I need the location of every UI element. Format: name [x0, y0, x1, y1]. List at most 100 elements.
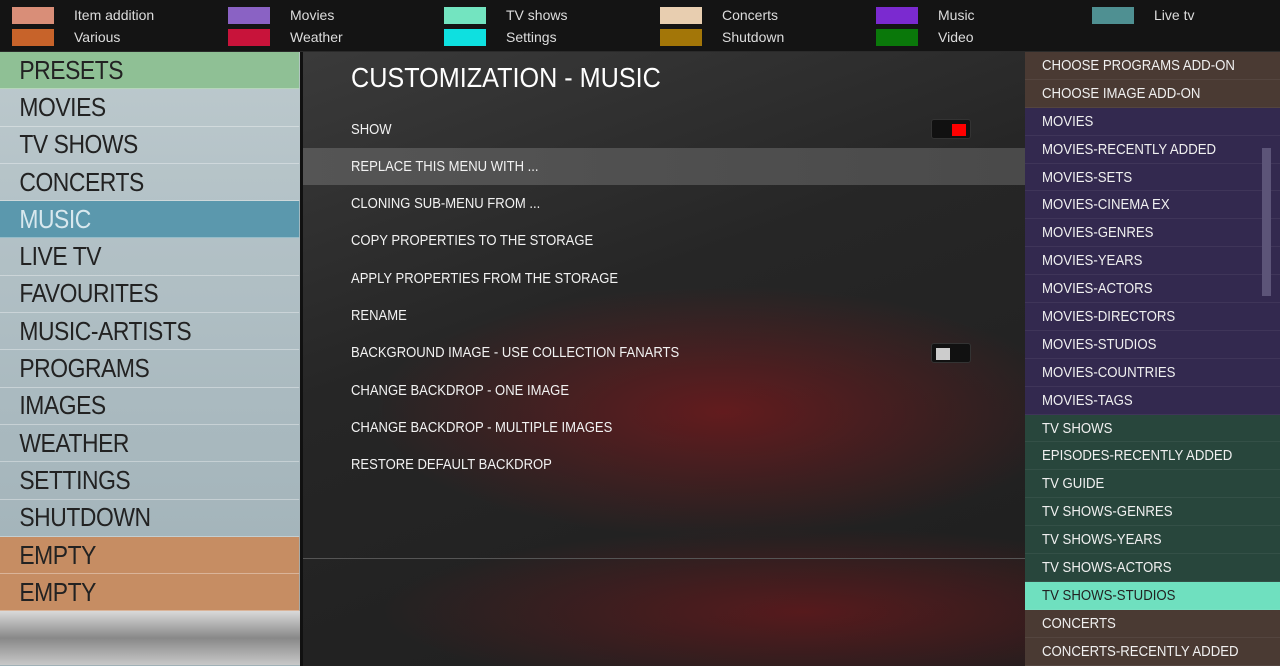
- menu-item-empty[interactable]: EMPTY: [0, 574, 300, 612]
- submenu-label: CHOOSE IMAGE ADD-ON: [1042, 84, 1201, 102]
- submenu-label: CONCERTS: [1042, 614, 1116, 632]
- submenu-item[interactable]: TV SHOWS-ACTORS: [1025, 554, 1280, 582]
- menu-item-music[interactable]: MUSIC: [0, 201, 300, 239]
- legend-label: Item addition: [74, 7, 155, 23]
- menu-item-live-tv[interactable]: LIVE TV: [0, 238, 300, 276]
- legend-swatch: [876, 6, 918, 24]
- legend-label: Music: [938, 7, 975, 23]
- submenu-item[interactable]: CONCERTS-RECENTLY ADDED: [1025, 637, 1280, 666]
- menu-item-concerts[interactable]: CONCERTS: [0, 164, 300, 202]
- legend-swatch: [12, 28, 54, 46]
- option-label: REPLACE THIS MENU WITH ...: [351, 158, 539, 175]
- submenu-item[interactable]: MOVIES-GENRES: [1025, 219, 1280, 248]
- submenu-item[interactable]: MOVIES-STUDIOS: [1025, 330, 1280, 359]
- legend-item: Various: [12, 27, 120, 47]
- fanarts-toggle[interactable]: [931, 342, 971, 363]
- submenu-item[interactable]: MOVIES-COUNTRIES: [1025, 358, 1280, 387]
- submenu-item[interactable]: CHOOSE IMAGE ADD-ON: [1025, 79, 1280, 108]
- submenu-item[interactable]: MOVIES-ACTORS: [1025, 275, 1280, 304]
- submenu-item[interactable]: MOVIES-SETS: [1025, 163, 1280, 192]
- legend-item: Shutdown: [660, 27, 784, 47]
- option-6[interactable]: BACKGROUND IMAGE - USE COLLECTION FANART…: [303, 335, 1025, 372]
- submenu-item[interactable]: TV SHOWS-STUDIOS: [1025, 581, 1280, 610]
- menu-item-shutdown[interactable]: SHUTDOWN: [0, 500, 300, 537]
- legend-swatch: [876, 28, 918, 46]
- legend-label: Video: [938, 29, 974, 45]
- option-9[interactable]: RESTORE DEFAULT BACKDROP: [303, 447, 1025, 484]
- menu-item-music-artists[interactable]: MUSIC-ARTISTS: [0, 313, 300, 351]
- option-2[interactable]: CLONING SUB-MENU FROM ...: [303, 186, 1025, 223]
- option-3[interactable]: COPY PROPERTIES TO THE STORAGE: [303, 223, 1025, 260]
- legend-swatch: [444, 28, 486, 46]
- submenu-label: MOVIES-ACTORS: [1042, 280, 1153, 298]
- submenu-label: MOVIES-TAGS: [1042, 391, 1133, 409]
- submenu-item[interactable]: MOVIES-YEARS: [1025, 247, 1280, 276]
- submenu-label: MOVIES-RECENTLY ADDED: [1042, 140, 1217, 158]
- option-label: CLONING SUB-MENU FROM ...: [351, 196, 541, 213]
- submenu-item[interactable]: CHOOSE PROGRAMS ADD-ON: [1025, 52, 1280, 80]
- legend-label: Settings: [506, 29, 557, 45]
- submenu-label: TV SHOWS-YEARS: [1042, 531, 1162, 549]
- submenu-item[interactable]: MOVIES-TAGS: [1025, 386, 1280, 415]
- menu-footer: [0, 611, 300, 666]
- legend-item: TV shows: [444, 5, 567, 25]
- submenu-item[interactable]: TV SHOWS-YEARS: [1025, 526, 1280, 555]
- menu-item-favourites[interactable]: FAVOURITES: [0, 276, 300, 314]
- customization-panel: CUSTOMIZATION - MUSIC SHOW REPLACE THIS M…: [300, 52, 1025, 666]
- legend-label: Weather: [290, 29, 343, 45]
- submenu-item[interactable]: EPISODES-RECENTLY ADDED: [1025, 442, 1280, 471]
- show-toggle[interactable]: [931, 119, 971, 139]
- submenu-label: MOVIES-DIRECTORS: [1042, 307, 1176, 325]
- submenu-item[interactable]: MOVIES-DIRECTORS: [1025, 303, 1280, 331]
- submenu-label: TV GUIDE: [1042, 475, 1105, 493]
- submenu-list: CHOOSE PROGRAMS ADD-ON CHOOSE IMAGE ADD-O…: [1025, 52, 1280, 666]
- legend-swatch: [660, 28, 702, 46]
- submenu-item[interactable]: CONCERTS: [1025, 609, 1280, 638]
- legend-label: Live tv: [1154, 7, 1195, 23]
- legend-label: TV shows: [506, 7, 568, 23]
- option-4[interactable]: APPLY PROPERTIES FROM THE STORAGE: [303, 260, 1025, 297]
- submenu-label: MOVIES-STUDIOS: [1042, 335, 1157, 353]
- option-7[interactable]: CHANGE BACKDROP - ONE IMAGE: [303, 372, 1025, 409]
- option-label: RENAME: [351, 308, 407, 324]
- menu-item-empty[interactable]: EMPTY: [0, 536, 300, 575]
- submenu-item[interactable]: MOVIES: [1025, 107, 1280, 136]
- legend-swatch: [444, 6, 486, 24]
- submenu-label: TV SHOWS-ACTORS: [1042, 558, 1172, 576]
- option-1[interactable]: REPLACE THIS MENU WITH ...: [303, 148, 1025, 186]
- submenu-label: CHOOSE PROGRAMS ADD-ON: [1042, 56, 1235, 74]
- option-0[interactable]: SHOW: [303, 111, 1025, 148]
- menu-item-tv-shows[interactable]: TV SHOWS: [0, 127, 300, 164]
- option-8[interactable]: CHANGE BACKDROP - MULTIPLE IMAGES: [303, 409, 1025, 446]
- legend-item: Music: [876, 5, 975, 25]
- option-label: APPLY PROPERTIES FROM THE STORAGE: [351, 270, 619, 287]
- submenu-item[interactable]: TV GUIDE: [1025, 470, 1280, 499]
- scrollbar[interactable]: [1262, 148, 1271, 296]
- option-label: CHANGE BACKDROP - ONE IMAGE: [351, 382, 570, 399]
- main-menu-list: PRESETS MOVIES TV SHOWS CONCERTS MUSIC LIVE T…: [0, 52, 300, 666]
- divider: [303, 558, 1025, 559]
- legend-swatch: [660, 6, 702, 24]
- option-label: CHANGE BACKDROP - MULTIPLE IMAGES: [351, 419, 613, 436]
- menu-item-settings[interactable]: SETTINGS: [0, 462, 300, 500]
- legend-swatch: [228, 6, 270, 24]
- submenu-item[interactable]: MOVIES-RECENTLY ADDED: [1025, 135, 1280, 164]
- submenu-item[interactable]: MOVIES-CINEMA EX: [1025, 191, 1280, 220]
- legend-swatch: [228, 28, 270, 46]
- menu-item-presets[interactable]: PRESETS: [0, 52, 300, 90]
- submenu-label: MOVIES-COUNTRIES: [1042, 363, 1176, 381]
- submenu-label: MOVIES-CINEMA EX: [1042, 196, 1170, 214]
- legend-item: Movies: [228, 5, 334, 25]
- legend-item: Settings: [444, 27, 557, 47]
- submenu-label: MOVIES-YEARS: [1042, 252, 1143, 270]
- option-5[interactable]: RENAME: [303, 298, 1025, 335]
- submenu-item[interactable]: TV SHOWS-GENRES: [1025, 498, 1280, 527]
- menu-item-images[interactable]: IMAGES: [0, 388, 300, 425]
- submenu-label: TV SHOWS-GENRES: [1042, 503, 1173, 521]
- legend-label: Shutdown: [722, 29, 785, 45]
- submenu-label: TV SHOWS-STUDIOS: [1042, 586, 1176, 604]
- submenu-item[interactable]: TV SHOWS: [1025, 414, 1280, 443]
- menu-item-movies[interactable]: MOVIES: [0, 89, 300, 127]
- menu-item-weather[interactable]: WEATHER: [0, 425, 300, 463]
- menu-item-programs[interactable]: PROGRAMS: [0, 350, 300, 388]
